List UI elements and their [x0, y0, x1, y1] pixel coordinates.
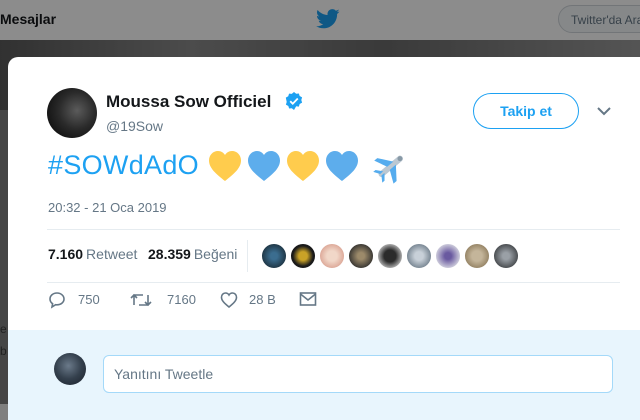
- retweets-count: 7.160: [48, 246, 84, 262]
- current-user-avatar[interactable]: [54, 353, 86, 385]
- retweet-action[interactable]: 7160: [130, 290, 210, 310]
- tweet-stats-bar: 7.160 Retweet 28.359 Beğeni: [47, 229, 620, 283]
- retweets-stat[interactable]: 7.160 Retweet: [48, 246, 137, 262]
- reply-action[interactable]: 750: [48, 290, 108, 310]
- retweet-icon: [130, 293, 152, 307]
- author-avatar[interactable]: [47, 88, 97, 138]
- blue-heart-icon: [248, 151, 280, 181]
- tweet-actions: 750 7160 28 B: [48, 290, 348, 314]
- reply-composer: Yanıtını Tweetle: [8, 330, 640, 420]
- like-count: 28 B: [249, 292, 276, 307]
- stats-divider: [247, 240, 248, 272]
- liker-avatar[interactable]: [464, 243, 490, 269]
- direct-message-action[interactable]: [299, 290, 319, 310]
- follow-button[interactable]: Takip et: [473, 93, 579, 129]
- heart-icon: [220, 292, 238, 309]
- reply-input[interactable]: Yanıtını Tweetle: [103, 355, 613, 393]
- tweet-hashtag-link[interactable]: #SOWdAdO: [48, 150, 199, 181]
- author-name[interactable]: Moussa Sow Officiel: [106, 92, 271, 112]
- background-text-fragment: b: [0, 344, 7, 358]
- liker-avatar[interactable]: [493, 243, 519, 269]
- yellow-heart-icon: [209, 151, 241, 181]
- retweet-count: 7160: [167, 292, 196, 307]
- tweet-timestamp[interactable]: 20:32 - 21 Oca 2019: [48, 200, 167, 215]
- reply-icon: [49, 292, 65, 309]
- liker-avatar[interactable]: [261, 243, 287, 269]
- verified-badge-icon: [285, 92, 303, 110]
- airplane-icon: [373, 155, 403, 184]
- blue-heart-icon: [326, 151, 358, 181]
- liker-avatar[interactable]: [290, 243, 316, 269]
- liker-avatar[interactable]: [377, 243, 403, 269]
- likes-count: 28.359: [148, 246, 191, 262]
- liker-avatar[interactable]: [406, 243, 432, 269]
- liker-avatar[interactable]: [435, 243, 461, 269]
- liker-avatar[interactable]: [319, 243, 345, 269]
- liker-avatar[interactable]: [348, 243, 374, 269]
- author-handle[interactable]: @19Sow: [106, 118, 163, 134]
- retweets-label: Retweet: [86, 246, 138, 262]
- likes-label: Beğeni: [193, 246, 238, 262]
- yellow-heart-icon: [287, 151, 319, 181]
- chevron-down-icon[interactable]: [597, 106, 611, 116]
- like-action[interactable]: 28 B: [220, 290, 290, 310]
- tweet-modal: Moussa Sow Officiel @19Sow Takip et #SOW…: [8, 57, 640, 420]
- background-text-fragment: e: [0, 322, 7, 336]
- likes-stat[interactable]: 28.359 Beğeni: [148, 246, 237, 262]
- envelope-icon: [299, 292, 317, 306]
- reply-count: 750: [78, 292, 100, 307]
